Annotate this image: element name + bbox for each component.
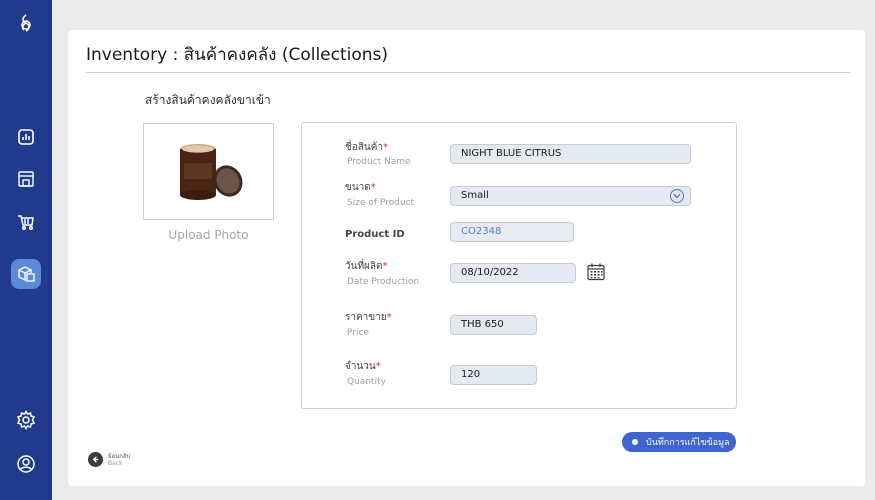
- price-sublabel: Price: [347, 328, 369, 338]
- size-sublabel: Size of Product: [347, 198, 415, 208]
- calendar-icon[interactable]: [586, 262, 606, 282]
- product-photo-box[interactable]: [143, 123, 274, 220]
- dot-icon: [632, 439, 638, 445]
- chart-icon[interactable]: [11, 122, 41, 152]
- size-label: ขนาด*: [345, 182, 376, 193]
- storefront-icon[interactable]: [11, 164, 41, 194]
- date-input[interactable]: 08/10/2022: [450, 263, 576, 283]
- inventory-boxes-icon[interactable]: [11, 259, 41, 289]
- price-input[interactable]: THB 650: [450, 315, 537, 335]
- product-name-input[interactable]: NIGHT BLUE CITRUS: [450, 144, 691, 164]
- page-title: Inventory : สินค้าคงคลัง (Collections): [86, 45, 389, 65]
- date-sublabel: Date Production: [347, 277, 420, 287]
- save-changes-label: บันทึกการแก้ไขข้อมูล: [646, 438, 730, 448]
- price-label: ราคาขาย*: [345, 312, 392, 323]
- date-label: วันที่ผลิต*: [345, 261, 388, 272]
- upload-photo-label[interactable]: Upload Photo: [143, 228, 274, 242]
- back-label-th: ย้อนกลับ: [108, 452, 131, 460]
- back-arrow-icon: [88, 452, 103, 467]
- sidebar: [0, 0, 52, 500]
- product-name-label: ชื่อสินค้า*: [345, 142, 389, 153]
- size-select-value: Small: [461, 190, 489, 201]
- candle-jar-product-image: [179, 143, 242, 200]
- settings-gear-icon[interactable]: [11, 405, 41, 435]
- chevron-down-icon[interactable]: [670, 189, 684, 203]
- product-id-label: Product ID: [345, 229, 405, 240]
- product-name-sublabel: Product Name: [347, 157, 411, 167]
- save-changes-button[interactable]: บันทึกการแก้ไขข้อมูล: [622, 432, 736, 452]
- quantity-label: จำนวน*: [345, 361, 381, 372]
- logo-icon[interactable]: [11, 8, 41, 38]
- quantity-input[interactable]: 120: [450, 365, 537, 385]
- size-select[interactable]: Small: [450, 186, 691, 206]
- title-divider: [86, 72, 851, 73]
- quantity-sublabel: Quantity: [347, 377, 386, 387]
- product-id-field: CO2348: [450, 222, 574, 242]
- back-button[interactable]: ย้อนกลับ Back: [88, 452, 130, 467]
- cart-icon[interactable]: [11, 207, 41, 237]
- section-title: สร้างสินค้าคงคลังขาเข้า: [145, 93, 271, 107]
- back-label-en: Back: [108, 459, 123, 467]
- user-profile-icon[interactable]: [11, 449, 41, 479]
